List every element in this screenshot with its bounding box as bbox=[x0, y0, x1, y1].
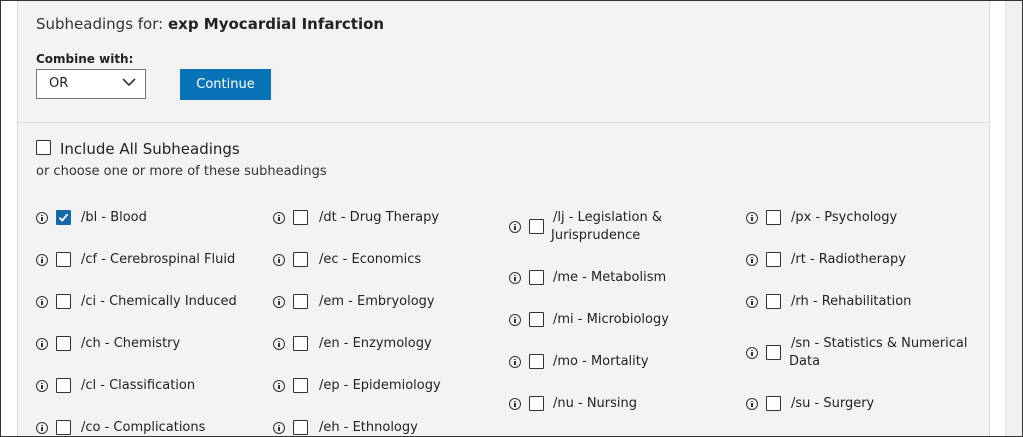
info-circle-icon[interactable] bbox=[36, 296, 48, 308]
subheading-checkbox[interactable] bbox=[766, 210, 781, 225]
subheading-label[interactable]: /mi - Microbiology bbox=[553, 311, 669, 329]
continue-button[interactable]: Continue bbox=[180, 69, 271, 100]
subheading-label[interactable]: /eh - Ethnology bbox=[319, 419, 418, 436]
checkmark-icon bbox=[58, 213, 69, 222]
combine-with-label: Combine with: bbox=[36, 52, 134, 66]
subheading-label[interactable]: /rt - Radiotherapy bbox=[791, 251, 906, 269]
subheading-label[interactable]: /ep - Epidemiology bbox=[319, 377, 441, 395]
page-title: Subheadings for: exp Myocardial Infarcti… bbox=[36, 15, 384, 33]
subheading-label[interactable]: /ch - Chemistry bbox=[81, 335, 180, 353]
subheading-label[interactable]: /su - Surgery bbox=[791, 395, 874, 413]
info-circle-icon[interactable] bbox=[36, 254, 48, 266]
subheading-label[interactable]: /me - Metabolism bbox=[553, 269, 666, 287]
subheading-label-line: /sn - Statistics & Numerical bbox=[791, 336, 968, 351]
subheading-checkbox[interactable] bbox=[293, 294, 308, 309]
search-term: exp Myocardial Infarction bbox=[167, 15, 385, 33]
subheading-checkbox[interactable] bbox=[56, 252, 71, 267]
subheading-checkbox[interactable] bbox=[56, 378, 71, 393]
subheading-label[interactable]: /cf - Cerebrospinal Fluid bbox=[81, 251, 235, 269]
info-circle-icon[interactable] bbox=[273, 422, 285, 434]
subheading-label[interactable]: /ec - Economics bbox=[319, 251, 421, 269]
dialog-frame: Subheadings for: exp Myocardial Infarcti… bbox=[0, 0, 1023, 437]
chevron-down-icon bbox=[122, 78, 136, 87]
info-circle-icon[interactable] bbox=[36, 380, 48, 392]
info-circle-icon[interactable] bbox=[509, 314, 521, 326]
info-circle-icon[interactable] bbox=[509, 356, 521, 368]
subheading-checkbox[interactable] bbox=[293, 336, 308, 351]
subheading-label-line: /lj - Legislation & bbox=[553, 210, 662, 225]
subheading-checkbox[interactable] bbox=[293, 378, 308, 393]
info-circle-icon[interactable] bbox=[746, 398, 758, 410]
info-circle-icon[interactable] bbox=[36, 338, 48, 350]
subheading-checkbox[interactable] bbox=[766, 396, 781, 411]
info-circle-icon[interactable] bbox=[273, 380, 285, 392]
subheading-label[interactable]: /ci - Chemically Induced bbox=[81, 293, 237, 311]
include-all-label[interactable]: Include All Subheadings bbox=[60, 140, 240, 158]
subheading-checkbox[interactable] bbox=[56, 420, 71, 435]
subheading-checkbox[interactable] bbox=[56, 336, 71, 351]
subheading-checkbox[interactable] bbox=[529, 354, 544, 369]
subheading-label[interactable]: /px - Psychology bbox=[791, 209, 897, 227]
info-circle-icon[interactable] bbox=[36, 422, 48, 434]
subheading-label-line: Data bbox=[789, 354, 821, 369]
subheading-label[interactable]: /en - Enzymology bbox=[319, 335, 432, 353]
subheading-label[interactable]: /cl - Classification bbox=[81, 377, 195, 395]
subheading-label[interactable]: /dt - Drug Therapy bbox=[319, 209, 439, 227]
subheading-label[interactable]: /bl - Blood bbox=[81, 209, 147, 227]
subheading-checkbox[interactable] bbox=[529, 396, 544, 411]
subheading-checkbox[interactable] bbox=[293, 252, 308, 267]
include-all-checkbox[interactable] bbox=[36, 140, 51, 155]
title-prefix: Subheadings for: bbox=[36, 15, 164, 33]
subheading-label[interactable]: /nu - Nursing bbox=[553, 395, 637, 413]
combine-with-value: OR bbox=[49, 76, 69, 91]
subheading-checkbox[interactable] bbox=[766, 252, 781, 267]
subheading-checkbox[interactable] bbox=[766, 345, 781, 360]
subheading-checkbox[interactable] bbox=[56, 210, 71, 225]
info-circle-icon[interactable] bbox=[509, 272, 521, 284]
subheading-label[interactable]: /em - Embryology bbox=[319, 293, 435, 311]
scrollbar[interactable] bbox=[1005, 1, 1022, 436]
subheading-checkbox[interactable] bbox=[293, 210, 308, 225]
combine-with-select[interactable]: OR bbox=[36, 69, 146, 99]
subheading-checkbox[interactable] bbox=[529, 270, 544, 285]
subheading-label[interactable]: /lj - Legislation & Jurisprudence bbox=[551, 209, 662, 245]
subheading-label-line: Jurisprudence bbox=[551, 228, 641, 243]
info-circle-icon[interactable] bbox=[509, 221, 521, 233]
info-circle-icon[interactable] bbox=[746, 347, 758, 359]
choose-instructions: or choose one or more of these subheadin… bbox=[36, 164, 327, 179]
info-circle-icon[interactable] bbox=[746, 296, 758, 308]
subheading-checkbox[interactable] bbox=[766, 294, 781, 309]
subheading-checkbox[interactable] bbox=[293, 420, 308, 435]
divider bbox=[18, 122, 988, 123]
subheading-label[interactable]: /mo - Mortality bbox=[553, 353, 649, 371]
info-circle-icon[interactable] bbox=[273, 338, 285, 350]
info-circle-icon[interactable] bbox=[746, 212, 758, 224]
info-circle-icon[interactable] bbox=[746, 254, 758, 266]
subheading-checkbox[interactable] bbox=[56, 294, 71, 309]
subheading-checkbox[interactable] bbox=[529, 312, 544, 327]
subheading-label[interactable]: /co - Complications bbox=[81, 419, 205, 436]
subheading-label[interactable]: /sn - Statistics & Numerical Data bbox=[789, 335, 968, 371]
info-circle-icon[interactable] bbox=[273, 296, 285, 308]
info-circle-icon[interactable] bbox=[273, 254, 285, 266]
subheading-checkbox[interactable] bbox=[529, 219, 544, 234]
info-circle-icon[interactable] bbox=[509, 398, 521, 410]
info-circle-icon[interactable] bbox=[36, 212, 48, 224]
info-circle-icon[interactable] bbox=[273, 212, 285, 224]
subheading-label[interactable]: /rh - Rehabilitation bbox=[791, 293, 911, 311]
